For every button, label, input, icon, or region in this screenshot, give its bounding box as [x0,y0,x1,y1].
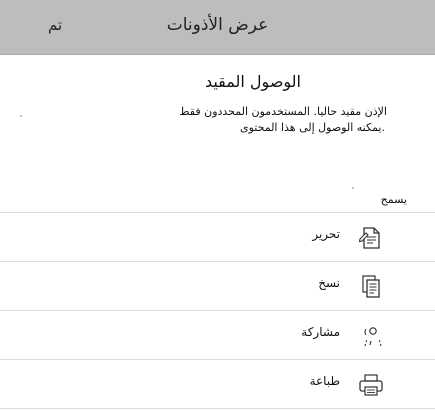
restricted-access-description: الإذن مقيد حاليا. المستخدمون المحددون فق… [27,104,387,136]
permission-row-copy[interactable]: نسخ [0,261,435,310]
permission-label: مشاركة [301,325,340,339]
restricted-access-title: الوصول المقيد [204,72,301,91]
permissions-list: تحرير نسخ مشاركة طباعة [0,212,435,409]
page-title: عرض الأذونات [166,15,269,35]
permission-row-share[interactable]: مشاركة [0,310,435,359]
permission-label: نسخ [318,276,340,290]
copy-icon [357,274,385,300]
done-button[interactable]: تم [48,16,62,34]
permission-row-edit[interactable]: تحرير [0,212,435,261]
edit-document-icon [357,225,385,251]
description-line-2: يمكنه الوصول إلى هذا المحتوى. [240,121,385,134]
decorative-dot [352,187,354,189]
header-bar: عرض الأذونات تم [0,0,435,55]
permission-row-print[interactable]: طباعة [0,359,435,409]
allow-section-label: يسمح [380,193,407,206]
decorative-dot [20,115,22,117]
permission-label: طباعة [309,374,340,388]
share-icon [357,323,385,349]
print-icon [357,372,385,398]
permission-label: تحرير [312,227,340,241]
description-line-1: الإذن مقيد حاليا. المستخدمون المحددون فق… [179,105,387,118]
